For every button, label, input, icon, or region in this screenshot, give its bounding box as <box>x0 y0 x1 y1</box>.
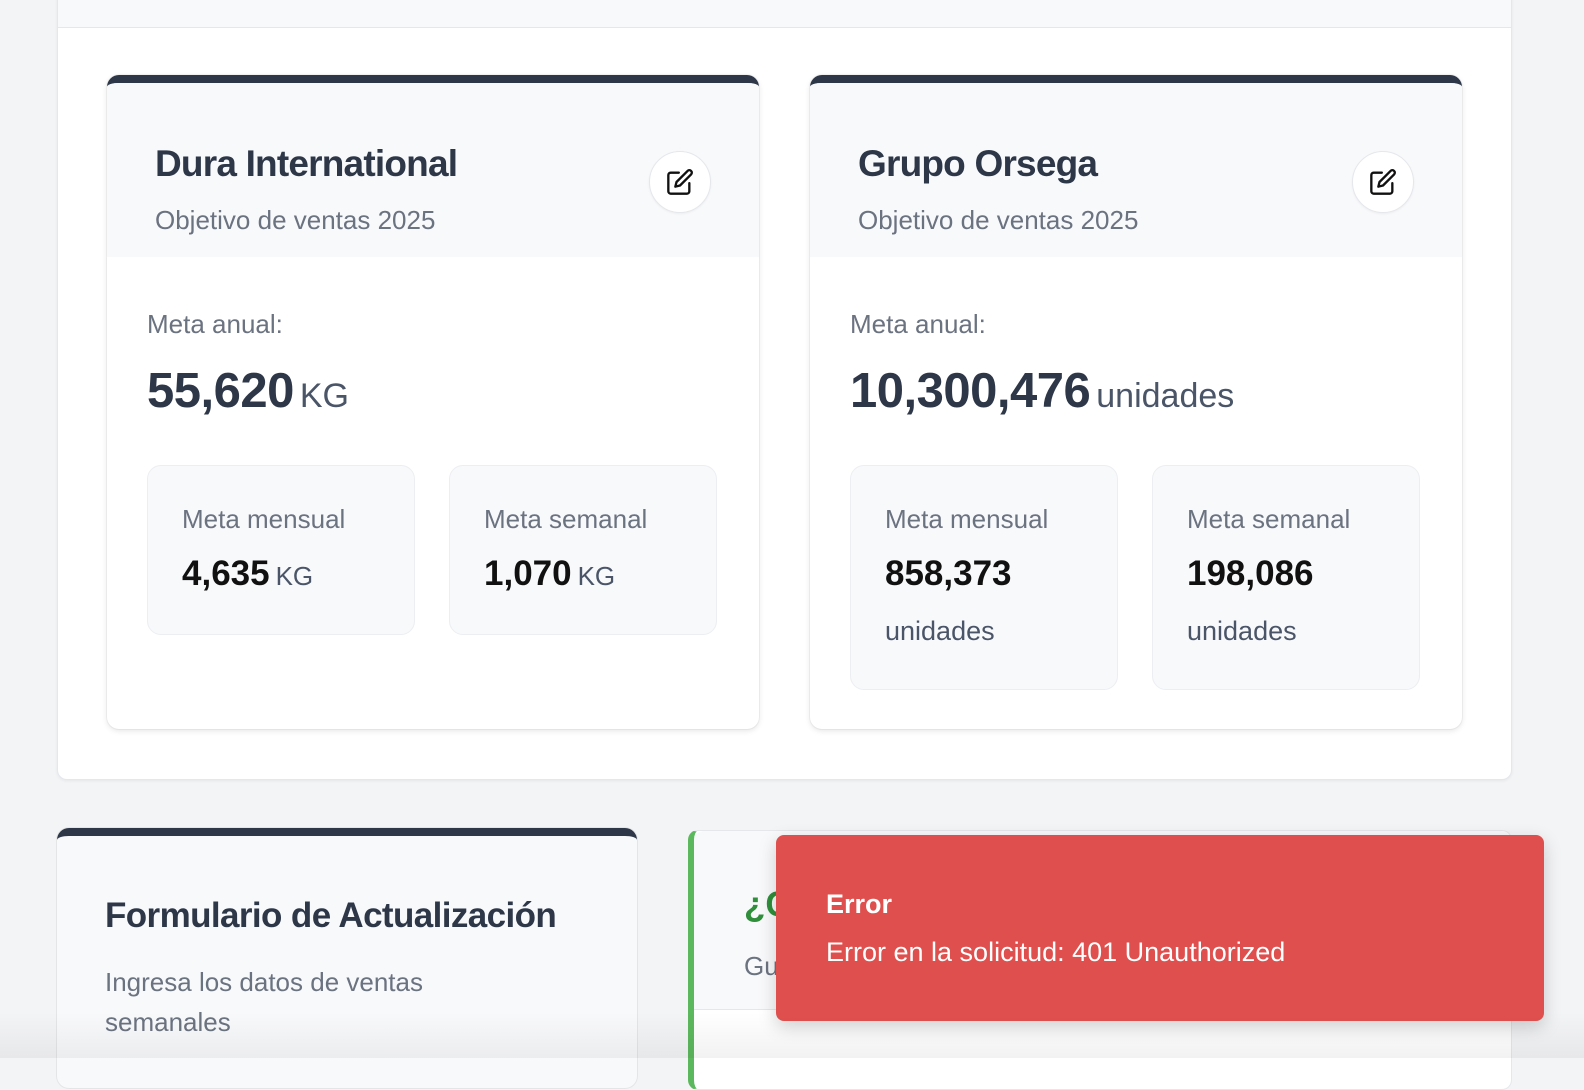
annual-goal-number: 55,620 <box>147 364 294 418</box>
monthly-goal-value: 858,373 <box>885 554 1012 594</box>
annual-goal-label: Meta anual: <box>850 309 986 339</box>
weekly-goal-label: Meta semanal <box>1187 504 1351 534</box>
goal-subtitle: Objetivo de ventas 2025 <box>858 205 1139 235</box>
weekly-goal-box: Meta semanal 198,086 unidades <box>1152 465 1420 690</box>
weekly-goal-label: Meta semanal <box>484 504 648 534</box>
monthly-goal-unit: KG <box>275 561 314 591</box>
weekly-goal-number: 198,086 <box>1187 554 1314 593</box>
edit-icon <box>1370 169 1396 195</box>
edit-goal-button[interactable] <box>1352 151 1414 213</box>
weekly-goal-box: Meta semanal 1,070 KG <box>449 465 717 635</box>
weekly-goal-value: 1,070 KG <box>484 554 615 594</box>
monthly-goal-number: 4,635 <box>182 554 270 593</box>
edit-goal-button[interactable] <box>649 151 711 213</box>
update-form-card: Formulario de Actualización Ingresa los … <box>57 828 637 1088</box>
monthly-goal-number: 858,373 <box>885 554 1012 593</box>
goal-subtitle: Objetivo de ventas 2025 <box>155 205 436 235</box>
goal-card-header: Grupo Orsega Objetivo de ventas 2025 <box>810 83 1462 257</box>
company-name: Dura International <box>155 143 458 184</box>
weekly-goal-value: 198,086 <box>1187 554 1314 594</box>
annual-goal-unit: KG <box>299 377 349 415</box>
weekly-goal-number: 1,070 <box>484 554 572 593</box>
company-name: Grupo Orsega <box>858 143 1098 184</box>
form-title: Formulario de Actualización <box>105 896 557 935</box>
weekly-goal-unit: KG <box>577 561 616 591</box>
form-subtitle: Ingresa los datos de ventas semanales <box>105 967 423 1037</box>
panel-header <box>58 0 1511 28</box>
monthly-goal-unit: unidades <box>885 616 995 646</box>
monthly-goal-box: Meta mensual 858,373 unidades <box>850 465 1118 690</box>
monthly-goal-box: Meta mensual 4,635 KG <box>147 465 415 635</box>
annual-goal-value: 10,300,476 unidades <box>850 363 1234 419</box>
monthly-goal-value: 4,635 KG <box>182 554 313 594</box>
monthly-goal-label: Meta mensual <box>182 504 346 534</box>
annual-goal-number: 10,300,476 <box>850 364 1091 418</box>
goal-card-dura: Dura International Objetivo de ventas 20… <box>107 75 759 729</box>
goal-card-header: Dura International Objetivo de ventas 20… <box>107 83 759 257</box>
toast-message: Error en la solicitud: 401 Unauthorized <box>826 937 1286 967</box>
annual-goal-value: 55,620 KG <box>147 363 349 419</box>
error-toast[interactable]: Error Error en la solicitud: 401 Unautho… <box>776 835 1544 1021</box>
annual-goal-label: Meta anual: <box>147 309 283 339</box>
annual-goal-unit: unidades <box>1096 377 1235 415</box>
toast-title: Error <box>826 889 893 919</box>
edit-icon <box>667 169 693 195</box>
weekly-goal-unit: unidades <box>1187 616 1297 646</box>
monthly-goal-label: Meta mensual <box>885 504 1049 534</box>
goal-card-orsega: Grupo Orsega Objetivo de ventas 2025 Met… <box>810 75 1462 729</box>
question-subtitle: Gu <box>744 951 779 981</box>
